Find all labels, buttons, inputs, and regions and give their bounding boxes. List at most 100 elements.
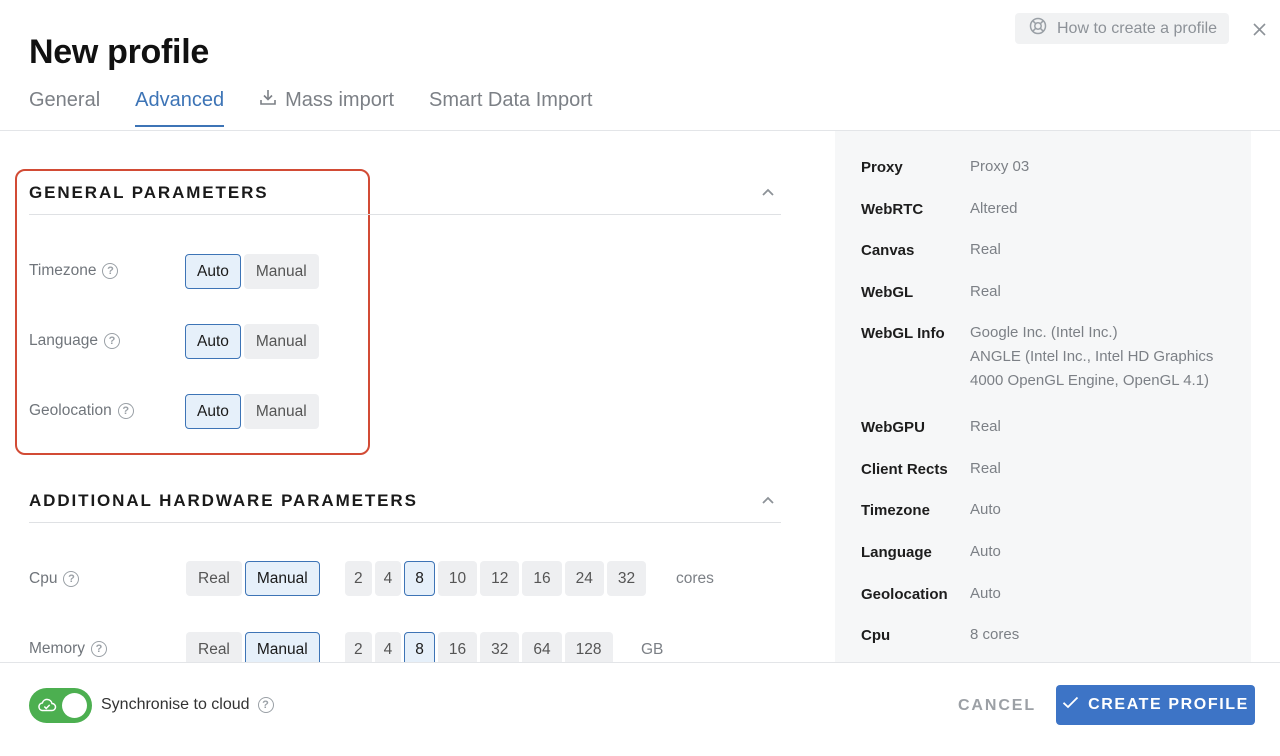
language-auto-option[interactable]: Auto [185,324,241,359]
language-toggle: Auto Manual [185,324,319,359]
dialog-header: New profile How to create a profile Gene… [0,0,1280,131]
summary-value: Auto [970,585,1001,602]
cpu-value-option[interactable]: 32 [606,561,647,596]
cpu-real-option[interactable]: Real [186,561,242,596]
summary-key: WebGL Info [861,325,945,342]
tab-label: Smart Data Import [429,88,593,111]
section-divider [29,522,781,523]
row-label-text: Geolocation [29,402,112,419]
help-button-label: How to create a profile [1057,19,1218,37]
tab-label: Mass import [285,88,395,111]
row-label-text: Timezone [29,262,97,279]
timezone-toggle: Auto Manual [185,254,319,289]
memory-value-option[interactable]: 16 [437,632,478,662]
language-manual-option[interactable]: Manual [243,324,319,359]
settings-panel: GENERAL PARAMETERS Timezone ? Auto Manua… [0,131,810,662]
summary-key: Cpu [861,627,891,644]
tab-general[interactable]: General [29,88,100,125]
help-icon[interactable]: ? [63,571,80,587]
memory-size-selector: 2 4 8 16 32 64 128 [345,632,613,662]
geolocation-label: Geolocation ? [29,402,134,420]
memory-value-option[interactable]: 2 [345,632,372,662]
summary-key: WebGPU [861,419,925,436]
tab-smart-data-import[interactable]: Smart Data Import [429,88,592,125]
timezone-label: Timezone ? [29,262,119,280]
cpu-label: Cpu ? [29,570,80,588]
sync-label-text: Synchronise to cloud [101,696,250,713]
memory-label: Memory ? [29,640,107,658]
summary-key: Language [861,544,932,561]
dialog-footer: Synchronise to cloud ? CANCEL CREATE PRO… [0,662,1280,756]
memory-real-option[interactable]: Real [186,632,242,662]
summary-key: Canvas [861,242,915,259]
profile-summary-panel: Proxy Proxy 03 WebRTC Altered Canvas Rea… [835,131,1251,662]
language-label: Language ? [29,332,120,350]
toggle-knob [62,693,87,718]
cpu-cores-selector: 2 4 8 10 12 16 24 32 [345,561,647,596]
summary-value: Proxy 03 [970,158,1030,175]
summary-key: WebRTC [861,201,924,218]
summary-key: WebGL [861,284,914,301]
summary-value-secondary: ANGLE (Intel Inc., Intel HD Graphics 400… [970,348,1214,389]
summary-value: Real [970,418,1001,435]
memory-mode-toggle: Real Manual [186,632,320,662]
summary-value: Google Inc. (Intel Inc.) [970,324,1118,341]
geolocation-manual-option[interactable]: Manual [243,394,319,429]
cpu-value-option[interactable]: 10 [437,561,478,596]
memory-value-option[interactable]: 128 [564,632,613,662]
cancel-button[interactable]: CANCEL [945,687,1049,725]
summary-key: Client Rects [861,461,948,478]
help-icon[interactable]: ? [102,263,119,279]
summary-value: Altered [970,200,1018,217]
help-icon[interactable]: ? [90,641,107,657]
cpu-value-option[interactable]: 2 [345,561,372,596]
summary-value: Real [970,241,1001,258]
lifebuoy-icon [1029,17,1047,40]
memory-unit: GB [641,641,664,658]
tab-label: Advanced [135,88,225,111]
row-label-text: Language [29,332,98,349]
help-icon[interactable]: ? [257,697,274,713]
cpu-value-option[interactable]: 16 [522,561,562,596]
summary-value: Auto [970,501,1001,518]
chevron-up-icon[interactable] [761,493,775,507]
page-title: New profile [29,33,209,71]
general-parameters-title: GENERAL PARAMETERS [29,183,269,202]
section-divider [29,214,781,215]
check-icon [1062,696,1079,714]
summary-key: Timezone [861,502,930,519]
cloud-check-icon [37,697,57,718]
memory-value-option[interactable]: 8 [404,632,435,662]
summary-value: 8 cores [970,626,1020,643]
cpu-value-option[interactable]: 12 [480,561,520,596]
memory-value-option[interactable]: 64 [522,632,562,662]
cpu-value-option[interactable]: 24 [564,561,604,596]
create-profile-button[interactable]: CREATE PROFILE [1056,685,1255,725]
tab-mass-import[interactable]: Mass import [259,88,394,125]
download-icon [259,88,277,112]
timezone-auto-option[interactable]: Auto [185,254,241,289]
memory-value-option[interactable]: 32 [480,632,520,662]
memory-value-option[interactable]: 4 [374,632,402,662]
geolocation-auto-option[interactable]: Auto [185,394,241,429]
tab-label: General [29,88,101,111]
summary-key: Proxy [861,159,903,176]
close-icon[interactable] [1250,20,1268,38]
cpu-value-option[interactable]: 4 [374,561,402,596]
geolocation-toggle: Auto Manual [185,394,319,429]
timezone-manual-option[interactable]: Manual [243,254,319,289]
how-to-create-profile-button[interactable]: How to create a profile [1015,13,1229,44]
help-icon[interactable]: ? [117,403,134,419]
help-icon[interactable]: ? [103,333,120,349]
tab-advanced[interactable]: Advanced [135,88,225,127]
chevron-up-icon[interactable] [761,185,775,199]
summary-value: Auto [970,543,1001,560]
tab-bar: General Advanced Mass import Smart Data … [29,88,627,127]
memory-manual-option[interactable]: Manual [244,632,320,662]
hardware-parameters-title: ADDITIONAL HARDWARE PARAMETERS [29,491,418,510]
sync-cloud-toggle[interactable] [29,688,92,723]
row-label-text: Memory [29,640,85,657]
summary-key: Geolocation [861,586,948,603]
cpu-manual-option[interactable]: Manual [244,561,320,596]
cpu-value-option[interactable]: 8 [404,561,435,596]
